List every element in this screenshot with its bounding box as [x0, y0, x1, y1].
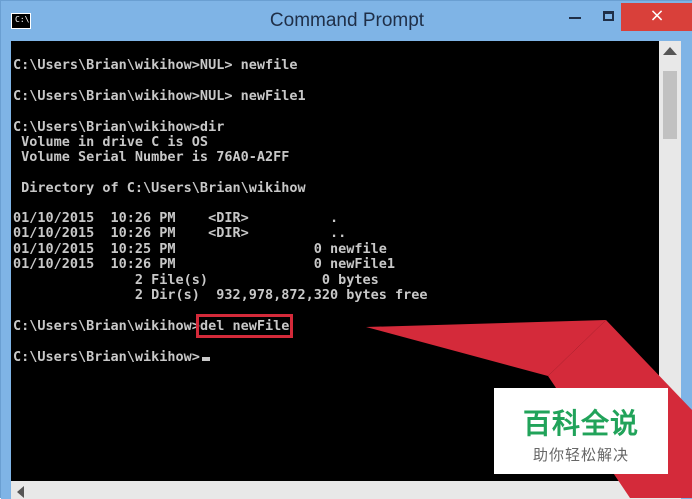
watermark: 百科全说 助你轻松解决 [494, 388, 668, 474]
watermark-title: 百科全说 [522, 407, 639, 440]
watermark-subtitle: 助你轻松解决 [532, 446, 629, 464]
